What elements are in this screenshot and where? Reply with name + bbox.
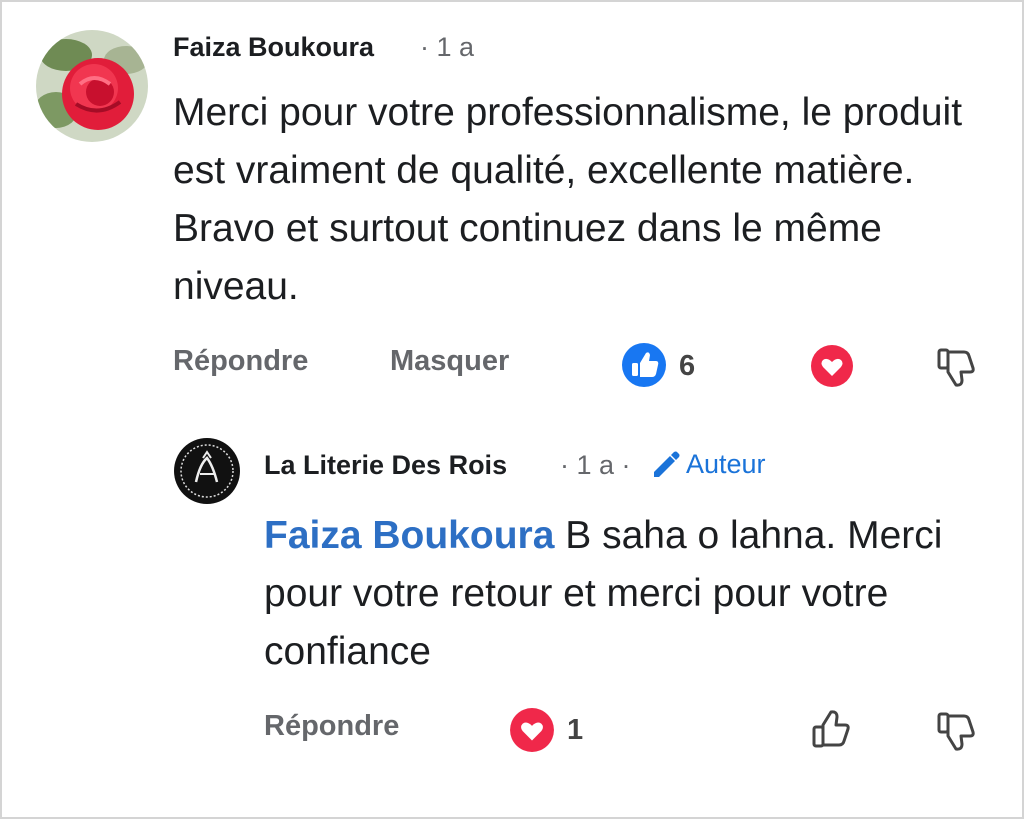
like-count: 6 xyxy=(679,350,696,382)
literie-logo-icon xyxy=(175,439,239,503)
reply-reply-button[interactable]: Répondre xyxy=(264,710,399,743)
reply-button[interactable]: Répondre xyxy=(173,345,308,378)
reply-author[interactable]: La Literie Des Rois xyxy=(264,450,507,481)
rose-avatar-icon xyxy=(36,30,148,142)
user-avatar[interactable] xyxy=(36,30,148,142)
comment-time: · 1 a xyxy=(420,32,475,62)
love-reaction-icon[interactable] xyxy=(810,344,854,388)
like-reaction-icon[interactable] xyxy=(621,342,667,388)
like-icon[interactable] xyxy=(809,707,855,753)
pencil-icon xyxy=(654,451,680,477)
hide-button[interactable]: Masquer xyxy=(390,345,509,378)
comment-author[interactable]: Faiza Boukoura xyxy=(173,32,374,63)
mention-link[interactable]: Faiza Boukoura xyxy=(264,514,554,557)
author-badge-label: Auteur xyxy=(686,448,766,479)
comment-text: Merci pour votre professionnalisme, le p… xyxy=(173,91,963,308)
love-reaction-icon[interactable] xyxy=(509,707,555,753)
love-count: 1 xyxy=(567,714,584,746)
page-avatar[interactable] xyxy=(174,438,240,504)
reply-text: Faiza Boukoura B saha o lahna. Merci pou… xyxy=(264,507,964,681)
author-badge: Auteur xyxy=(648,448,766,480)
dislike-icon[interactable] xyxy=(934,344,980,390)
dislike-icon[interactable] xyxy=(934,708,980,754)
comment-thread: Faiza Boukoura · 1 a Merci pour votre pr… xyxy=(0,0,1024,819)
reply-time: · 1 a · xyxy=(560,450,631,480)
